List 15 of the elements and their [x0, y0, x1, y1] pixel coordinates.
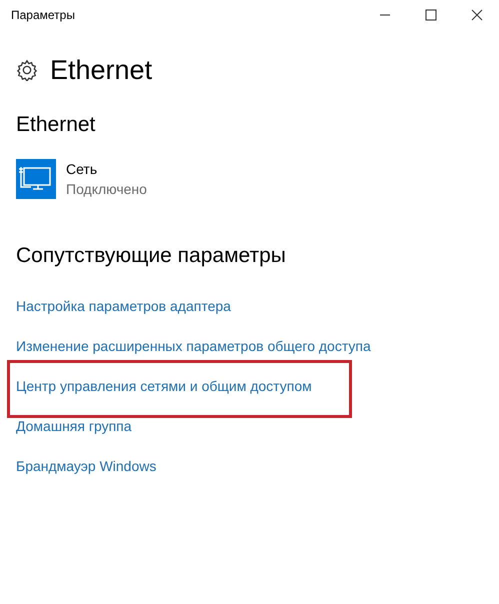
settings-link[interactable]: Изменение расширенных параметров общего доступа	[16, 336, 371, 356]
section-heading: Ethernet	[15, 114, 96, 135]
network-name: Сеть	[66, 160, 98, 179]
settings-link[interactable]: Брандмауэр Windows	[16, 456, 156, 476]
settings-link[interactable]: Домашняя группа	[16, 416, 132, 436]
close-icon[interactable]	[471, 9, 483, 21]
network-icon[interactable]	[16, 159, 56, 199]
network-status: Подключено	[66, 180, 147, 199]
page-title: Ethernet	[50, 56, 152, 84]
settings-link[interactable]: Центр управления сетями и общим доступом	[16, 376, 312, 396]
settings-link[interactable]: Настройка параметров адаптера	[16, 296, 231, 316]
settings-icon	[16, 59, 38, 81]
window-title: Параметры	[11, 7, 76, 24]
section-heading: Сопутствующие параметры	[15, 245, 287, 266]
maximize-icon[interactable]	[425, 9, 437, 21]
